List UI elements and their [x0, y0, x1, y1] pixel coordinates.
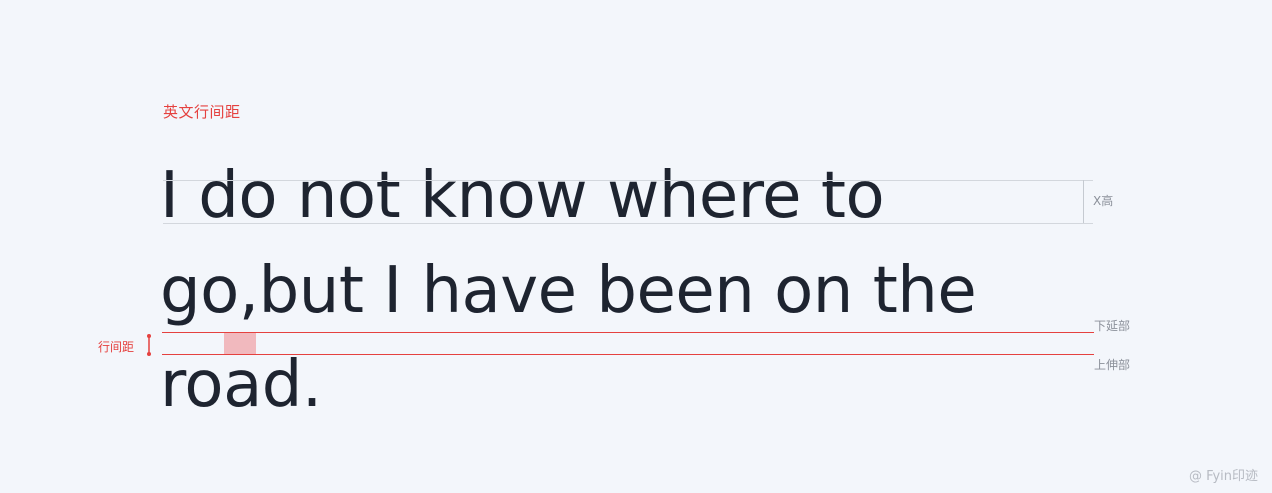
sample-text-line-1: I do not know where to [160, 159, 885, 233]
descender-guide [162, 332, 1094, 333]
ascender-guide [162, 354, 1094, 355]
leading-marker-icon [147, 334, 151, 356]
leading-gap-highlight [224, 333, 256, 354]
x-height-baseline-guide [163, 223, 1093, 224]
sample-text-line-3: road. [160, 348, 322, 422]
section-title: 英文行间距 [163, 103, 241, 121]
typography-canvas: { "section_title": "英文行间距", "sample_text… [0, 0, 1272, 493]
descender-label: 下延部 [1094, 319, 1131, 333]
watermark: @ Fyin印迹 [1189, 469, 1258, 484]
x-height-bracket [1083, 180, 1084, 223]
sample-text-line-2: go,but I have been on the [160, 254, 977, 328]
ascender-label: 上伸部 [1094, 358, 1131, 372]
leading-label: 行间距 [98, 340, 135, 354]
x-height-top-guide [163, 180, 1093, 181]
x-height-label: X高 [1093, 194, 1114, 208]
